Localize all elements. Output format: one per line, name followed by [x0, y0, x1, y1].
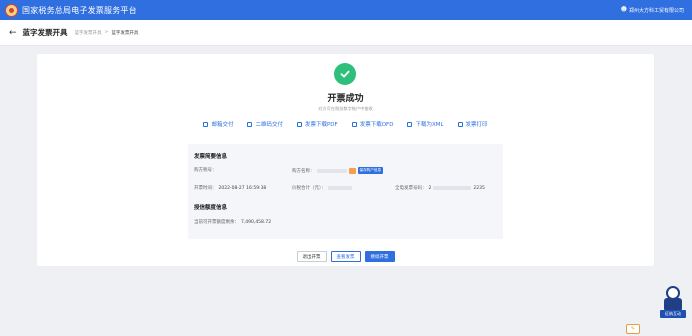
- total-amount-field: 价税合计（元）：: [292, 185, 352, 191]
- buyer-tax-no-label: 购方税号：: [194, 168, 217, 173]
- action-label: 二维码交付: [255, 122, 283, 128]
- success-check-icon: [334, 63, 356, 85]
- total-amount-label: 价税合计（元）：: [292, 186, 326, 191]
- invoice-number-suffix: 2235: [473, 185, 485, 191]
- breadcrumb-separator: >: [104, 30, 109, 35]
- action-label: 邮箱交付: [211, 122, 234, 128]
- qrcode-icon: [247, 121, 253, 127]
- print-invoice-link[interactable]: 发票打印: [457, 120, 488, 128]
- email-delivery-link[interactable]: 邮箱交付: [203, 120, 233, 128]
- issue-time-label: 开票时间：: [194, 186, 217, 191]
- result-subtitle: 对方可在税务数字账户中查收: [318, 106, 373, 111]
- buyer-name-label: 购方名称：: [292, 168, 315, 174]
- user-name: 郑州大方科工贸有限公司: [628, 7, 684, 14]
- download-pdf-link[interactable]: 发票下载PDF: [296, 120, 338, 128]
- breadcrumb-item-parent[interactable]: 蓝字发票开具: [75, 30, 102, 36]
- user-menu[interactable]: ☻ 郑州大方科工贸有限公司: [621, 7, 684, 14]
- breadcrumb-item-current: 蓝字发票开具: [111, 30, 139, 36]
- redacted-value: [316, 168, 347, 173]
- invoice-info-panel: 发票简要信息 购方税号： 购方名称： 保存购户信息 开票时间： 2022-08-…: [188, 144, 503, 239]
- print-icon: [457, 121, 463, 127]
- result-title: 开票成功: [327, 94, 364, 104]
- save-buyer-button[interactable]: 保存购户信息: [357, 167, 384, 174]
- redacted-value: [327, 186, 352, 190]
- remaining-credit-value: 7,490,458.72: [241, 219, 272, 225]
- buyer-name-field: 购方名称： 保存购户信息: [292, 167, 384, 174]
- assistant-widget[interactable]: 征纳互动: [660, 286, 686, 318]
- result-card: 开票成功 对方可在税务数字账户中查收 邮箱交付 二维码交付 发票下载PDF 发票…: [37, 54, 654, 266]
- remaining-credit-label: 当前可开票额度剩余：: [194, 220, 239, 225]
- tax-emblem-icon: [5, 3, 18, 17]
- platform-title: 国家税务总局电子发票服务平台: [22, 5, 137, 15]
- download-xml-link[interactable]: 下载为XML: [407, 120, 444, 128]
- top-navigation-bar: 国家税务总局电子发票服务平台 ☻ 郑州大方科工贸有限公司: [0, 0, 692, 20]
- action-label: 发票下载PDF: [304, 122, 338, 128]
- invoice-number-field: 全电发票号码： 2 2235: [395, 185, 485, 192]
- download-ofd-link[interactable]: 发票下载OFD: [351, 120, 394, 128]
- download-icon: [351, 121, 357, 127]
- mail-icon: [203, 121, 209, 127]
- assistant-label: 征纳互动: [660, 310, 686, 318]
- action-label: 发票下载OFD: [359, 122, 394, 128]
- download-icon: [407, 121, 413, 127]
- invoice-number-prefix: 2: [428, 185, 432, 191]
- redacted-value: [433, 186, 472, 190]
- action-label: 下载为XML: [415, 122, 444, 128]
- page-title: 蓝字发票开具: [22, 28, 68, 37]
- remaining-credit-field: 当前可开票额度剩余： 7,490,458.72: [194, 219, 272, 226]
- qrcode-delivery-link[interactable]: 二维码交付: [247, 120, 283, 128]
- copy-icon[interactable]: [348, 167, 356, 174]
- action-label: 发票打印: [465, 122, 488, 128]
- continue-invoicing-button[interactable]: 继续开票: [364, 251, 395, 262]
- invoice-info-title: 发票简要信息: [194, 154, 228, 160]
- exit-invoicing-button[interactable]: 退出开票: [296, 251, 327, 262]
- issue-time-value: 2022-08-27 16:59:38: [218, 185, 267, 191]
- invoice-number-label: 全电发票号码：: [395, 186, 427, 191]
- chat-icon[interactable]: ✎: [626, 324, 640, 334]
- issue-time-field: 开票时间： 2022-08-27 16:59:38: [194, 185, 267, 192]
- brand: 国家税务总局电子发票服务平台: [5, 3, 137, 17]
- back-arrow-icon[interactable]: ←: [9, 28, 17, 38]
- buyer-tax-no-field: 购方税号：: [194, 167, 217, 173]
- credit-info-title: 授信额度信息: [194, 205, 228, 211]
- view-invoice-button[interactable]: 查看发票: [330, 251, 361, 262]
- delivery-actions: 邮箱交付 二维码交付 发票下载PDF 发票下载OFD 下载为XML 发票打印: [37, 120, 654, 128]
- user-icon: ☻: [620, 6, 627, 13]
- download-icon: [296, 121, 302, 127]
- breadcrumb-bar: ← 蓝字发票开具 蓝字发票开具 > 蓝字发票开具: [0, 20, 692, 46]
- mascot-body: [664, 298, 682, 310]
- footer-buttons: 退出开票 查看发票 继续开票: [37, 251, 654, 262]
